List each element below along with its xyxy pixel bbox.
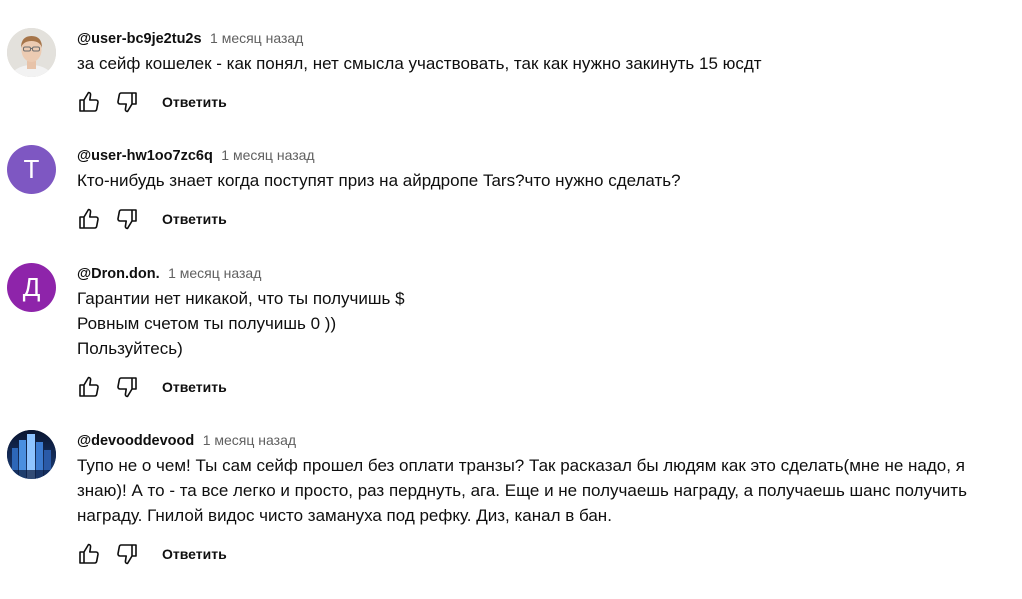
reply-button[interactable]: Ответить [162, 211, 227, 227]
thumb-up-icon [79, 208, 99, 229]
comment-time[interactable]: 1 месяц назад [203, 432, 296, 448]
avatar[interactable] [7, 28, 56, 77]
avatar-letter: Д [22, 272, 41, 302]
comment-text: Гарантии нет никакой, что ты получишь $ … [77, 289, 405, 358]
reply-button[interactable]: Ответить [162, 546, 227, 562]
city-photo-avatar-icon [7, 430, 56, 479]
comment-header: @user-hw1oo7zc6q 1 месяц назад [77, 145, 1007, 165]
avatar-letter: T [23, 154, 40, 184]
comment-actions: Ответить [73, 201, 1007, 237]
dislike-button[interactable] [111, 203, 143, 235]
comment-header: @Dron.don. 1 месяц назад [77, 263, 1007, 283]
comment-author[interactable]: @user-bc9je2tu2s [77, 31, 202, 47]
like-button[interactable] [73, 86, 105, 118]
thumb-up-icon [79, 543, 99, 564]
thumb-down-icon [117, 209, 137, 230]
avatar[interactable]: Д [7, 263, 56, 312]
thumb-up-icon [79, 376, 99, 397]
comment-time[interactable]: 1 месяц назад [210, 30, 303, 46]
comment-header: @user-bc9je2tu2s 1 месяц назад [77, 28, 1007, 48]
comment-actions: Ответить [73, 536, 1007, 572]
user-photo-avatar-icon [7, 28, 56, 77]
avatar[interactable]: T [7, 145, 56, 194]
thumb-up-icon [79, 91, 99, 112]
comment-actions: Ответить [73, 84, 1007, 120]
comment-author[interactable]: @user-hw1oo7zc6q [77, 148, 213, 164]
dislike-button[interactable] [111, 371, 143, 403]
comment-actions: Ответить [73, 369, 1007, 405]
thumb-down-icon [117, 92, 137, 113]
like-button[interactable] [73, 203, 105, 235]
reply-button[interactable]: Ответить [162, 379, 227, 395]
thumb-down-icon [117, 377, 137, 398]
comment-author[interactable]: @Dron.don. [77, 266, 160, 282]
comment-text: Тупо не о чем! Ты сам сейф прошел без оп… [77, 456, 967, 525]
avatar[interactable] [7, 430, 56, 479]
dislike-button[interactable] [111, 86, 143, 118]
comment-list: @user-bc9je2tu2s 1 месяц назад за сейф к… [0, 0, 1022, 599]
comment-text: Кто-нибудь знает когда поступят приз на … [77, 171, 681, 190]
comment-text: за сейф кошелек - как понял, нет смысла … [77, 54, 762, 73]
reply-button[interactable]: Ответить [162, 94, 227, 110]
like-button[interactable] [73, 538, 105, 570]
comment-author[interactable]: @devooddevood [77, 433, 194, 449]
like-button[interactable] [73, 371, 105, 403]
dislike-button[interactable] [111, 538, 143, 570]
thumb-down-icon [117, 544, 137, 565]
comment-header: @devooddevood 1 месяц назад [77, 430, 1007, 450]
comment-time[interactable]: 1 месяц назад [168, 265, 261, 281]
comment-time[interactable]: 1 месяц назад [221, 147, 314, 163]
